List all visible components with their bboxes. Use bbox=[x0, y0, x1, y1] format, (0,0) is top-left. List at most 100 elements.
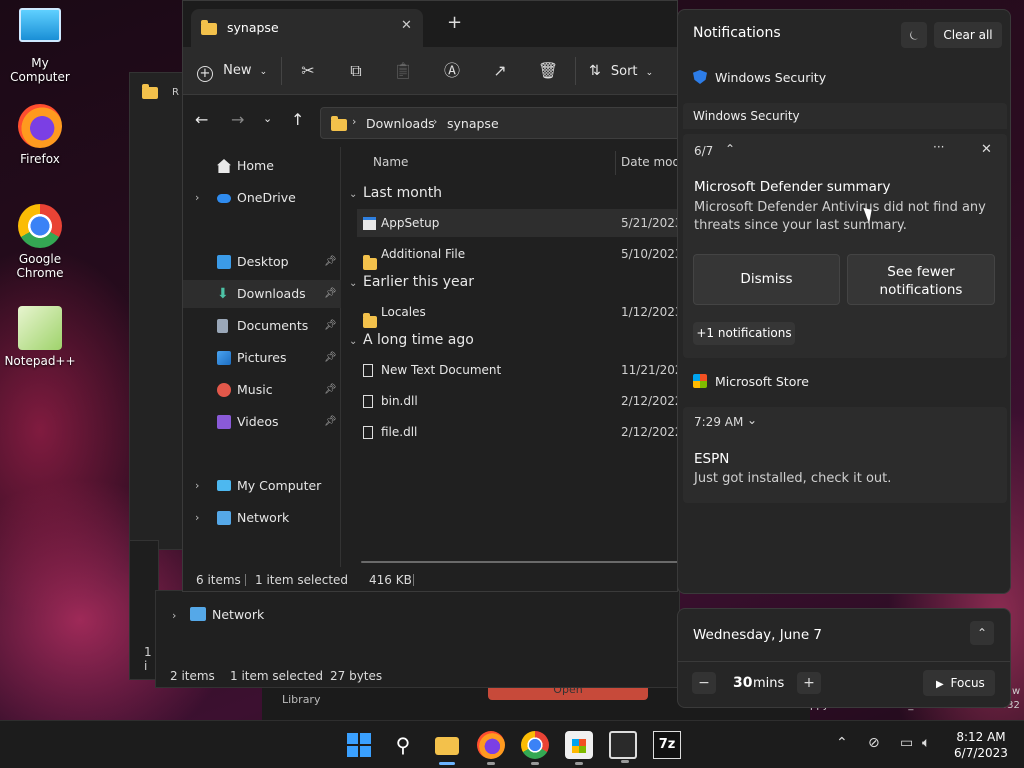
notification-card-defender[interactable]: 6/7 ⌃ ··· ✕ Microsoft Defender summary M… bbox=[683, 134, 1007, 358]
increase-focus-button[interactable]: + bbox=[797, 672, 821, 694]
calendar-date[interactable]: Wednesday, June 7 bbox=[693, 627, 822, 643]
nav-item-my-computer[interactable]: › My Computer bbox=[183, 472, 341, 500]
taskbar-firefox[interactable] bbox=[477, 731, 505, 765]
group-header-a-long-time-ago[interactable]: ⌄ A long time ago bbox=[349, 332, 474, 348]
taskbar-chrome[interactable] bbox=[521, 731, 549, 765]
back-arrow-icon[interactable]: ← bbox=[195, 110, 208, 129]
app-group-windows-security[interactable]: Windows Security bbox=[693, 70, 826, 85]
desktop-icon-google-chrome[interactable]: Google Chrome bbox=[0, 204, 80, 280]
nav-item-videos[interactable]: Videos 📌︎ bbox=[183, 408, 341, 436]
nav-item-onedrive[interactable]: › OneDrive bbox=[183, 184, 341, 212]
background-open-button[interactable]: Open bbox=[488, 688, 648, 700]
file-row-new-text-document[interactable]: New Text Document 11/21/2022 bbox=[357, 356, 677, 384]
column-header-name[interactable]: Name bbox=[373, 155, 408, 169]
pin-icon: 📌︎ bbox=[324, 384, 337, 395]
store-icon bbox=[693, 374, 707, 388]
clear-all-button[interactable]: Clear all bbox=[934, 22, 1002, 48]
tab-title: synapse bbox=[227, 20, 279, 35]
column-divider[interactable] bbox=[615, 151, 616, 175]
group-header-earlier-this-year[interactable]: ⌄ Earlier this year bbox=[349, 274, 474, 290]
new-tab-button[interactable]: + bbox=[447, 12, 462, 33]
taskbar-file-explorer[interactable] bbox=[433, 731, 461, 765]
delete-icon[interactable]: 🗑︎ bbox=[535, 59, 561, 83]
dismiss-button[interactable]: Dismiss bbox=[693, 254, 840, 305]
notification-card-espn[interactable]: 7:29 AM ⌄ ESPN Just got installed, check… bbox=[683, 407, 1007, 503]
file-row-appsetup[interactable]: AppSetup 5/21/2023 1 bbox=[357, 209, 677, 237]
chevron-right-icon[interactable]: › bbox=[195, 472, 199, 500]
group-header-last-month[interactable]: ⌄ Last month bbox=[349, 185, 442, 201]
more-notifications-button[interactable]: +1 notifications bbox=[693, 322, 795, 345]
horizontal-scrollbar[interactable] bbox=[361, 561, 677, 563]
nav-item-downloads[interactable]: ⬇ Downloads 📌︎ bbox=[183, 280, 341, 308]
app-group-microsoft-store[interactable]: Microsoft Store bbox=[693, 374, 809, 389]
file-row-additional-file[interactable]: Additional File 5/10/2023 3 bbox=[357, 240, 677, 270]
desktop-icon-my-computer[interactable]: My Computer bbox=[0, 8, 80, 84]
nav-item-pictures[interactable]: Pictures 📌︎ bbox=[183, 344, 341, 372]
chevron-down-icon[interactable]: ⌄ bbox=[747, 413, 757, 427]
cut-icon[interactable]: ✂ bbox=[295, 59, 321, 83]
running-indicator bbox=[487, 762, 495, 765]
desktop-icon-notepad-plus-plus[interactable]: Notepad++ bbox=[0, 306, 80, 368]
sort-button[interactable]: ⇅ Sort ⌄ bbox=[589, 59, 653, 83]
recent-chevron-down-icon[interactable]: ⌄ bbox=[263, 112, 272, 125]
display-icon[interactable]: ▭ bbox=[900, 735, 913, 751]
background-window-1: R bbox=[129, 72, 189, 550]
nav-item-home[interactable]: Home bbox=[183, 152, 341, 180]
network-offline-icon[interactable]: ⊘ bbox=[868, 735, 880, 751]
nav-item-documents[interactable]: Documents 📌︎ bbox=[183, 312, 341, 340]
share-icon[interactable]: ↗ bbox=[487, 59, 513, 83]
status-divider bbox=[413, 574, 414, 586]
address-bar[interactable]: › Downloads › synapse bbox=[320, 107, 677, 139]
chevron-up-icon[interactable]: ⌃ bbox=[836, 735, 848, 751]
folder-icon bbox=[331, 115, 347, 131]
focus-button[interactable]: ▶ Focus bbox=[923, 670, 995, 696]
taskbar-microsoft-store[interactable] bbox=[565, 731, 593, 765]
new-button[interactable]: + New ⌄ bbox=[197, 59, 267, 83]
chevron-up-icon[interactable]: ⌃ bbox=[970, 621, 994, 645]
close-icon[interactable]: ✕ bbox=[981, 142, 992, 157]
chevron-right-icon[interactable]: › bbox=[195, 504, 199, 532]
search-icon[interactable]: ⚲ bbox=[389, 731, 417, 759]
decrease-focus-button[interactable]: − bbox=[692, 672, 716, 694]
store-icon bbox=[572, 739, 586, 753]
file-row-file-dll[interactable]: file.dll 2/12/2022 1 bbox=[357, 418, 677, 446]
breadcrumb-downloads[interactable]: Downloads bbox=[366, 116, 435, 131]
see-fewer-notifications-button[interactable]: See fewer notifications bbox=[847, 254, 995, 305]
nav-item-network[interactable]: › Network bbox=[183, 504, 341, 532]
tab-close-icon[interactable]: ✕ bbox=[401, 18, 412, 33]
desktop-icon-firefox[interactable]: Firefox bbox=[0, 104, 80, 166]
taskbar: ⚲ 7z ⌃ ⊘ ▭ 🔈︎ 8:12 AM 6/7/2023 bbox=[0, 720, 1024, 768]
do-not-disturb-icon[interactable]: ⏾ bbox=[901, 22, 927, 48]
play-icon: ▶ bbox=[936, 679, 944, 690]
cloud-icon bbox=[217, 194, 231, 203]
volume-icon[interactable]: 🔈︎ bbox=[922, 735, 930, 751]
folder-icon bbox=[201, 19, 217, 35]
more-options-icon[interactable]: ··· bbox=[933, 140, 944, 154]
taskbar-clock[interactable]: 8:12 AM 6/7/2023 bbox=[950, 729, 1012, 761]
up-arrow-icon[interactable]: ↑ bbox=[291, 110, 304, 129]
background-edge-fragment: w bbox=[1012, 686, 1021, 697]
file-row-bin-dll[interactable]: bin.dll 2/12/2022 1 bbox=[357, 387, 677, 415]
forward-arrow-icon[interactable]: → bbox=[231, 110, 244, 129]
notification-counter: 6/7 bbox=[694, 144, 714, 158]
picture-icon bbox=[217, 351, 231, 365]
column-header-date-modified[interactable]: Date modifi bbox=[621, 155, 677, 169]
clock-date: 6/7/2023 bbox=[954, 746, 1008, 760]
rename-icon[interactable]: Ⓐ bbox=[439, 59, 465, 83]
bg-nav-network[interactable]: Network bbox=[212, 607, 264, 622]
breadcrumb-synapse[interactable]: synapse bbox=[447, 116, 499, 131]
taskbar-7zip[interactable]: 7z bbox=[653, 731, 681, 759]
chevron-up-icon[interactable]: ⌃ bbox=[725, 142, 735, 156]
chevron-right-icon[interactable]: › bbox=[195, 184, 199, 212]
taskbar-rar-app[interactable] bbox=[609, 731, 637, 763]
tab-synapse[interactable]: synapse ✕ bbox=[191, 9, 423, 47]
notification-body: Microsoft Defender Antivirus did not fin… bbox=[694, 200, 986, 233]
music-icon bbox=[217, 383, 231, 397]
copy-icon[interactable]: ⧉ bbox=[343, 59, 369, 83]
running-indicator bbox=[621, 760, 629, 763]
nav-item-desktop[interactable]: Desktop 📌︎ bbox=[183, 248, 341, 276]
file-row-locales[interactable]: Locales 1/12/2023 1 bbox=[357, 298, 677, 328]
start-button[interactable] bbox=[345, 731, 373, 759]
paste-icon[interactable]: 📋︎ bbox=[390, 59, 416, 83]
nav-item-music[interactable]: Music 📌︎ bbox=[183, 376, 341, 404]
